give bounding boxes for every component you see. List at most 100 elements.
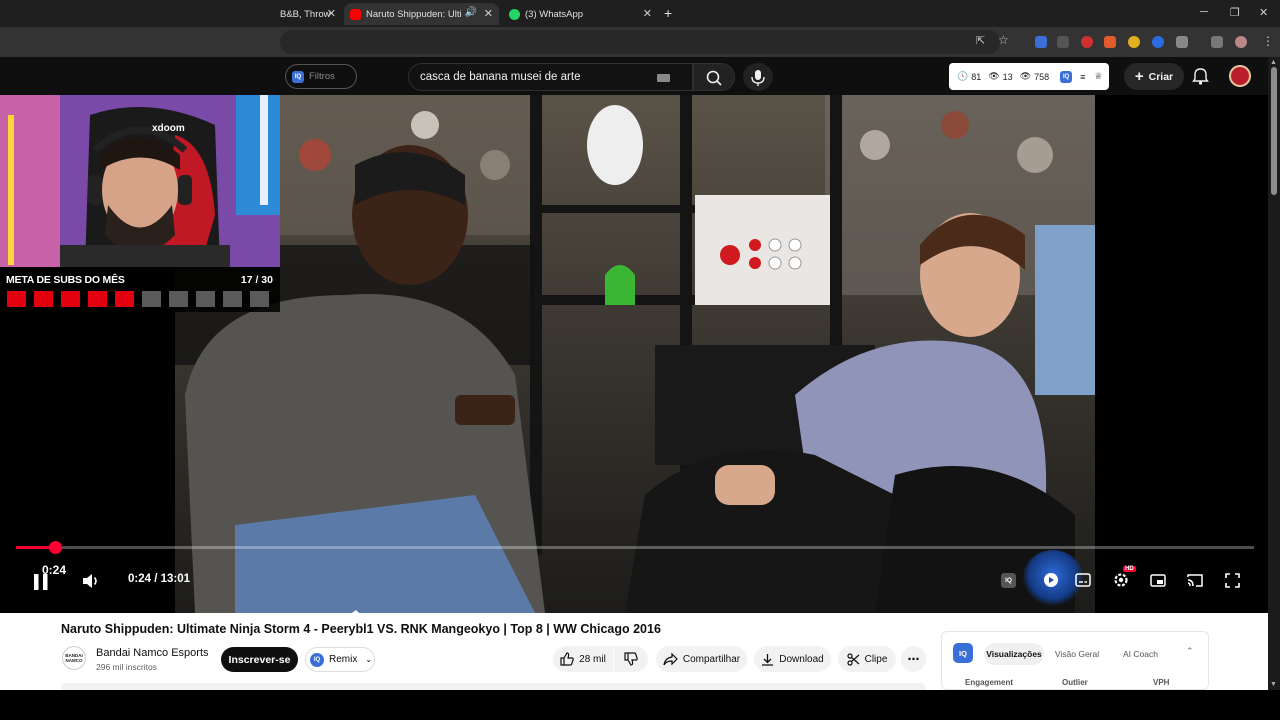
more-actions-button[interactable]: ⋯ — [901, 646, 926, 672]
streamer-webcam: xdoom — [0, 95, 280, 267]
vidiq-player-button[interactable]: IQ — [1001, 573, 1016, 588]
speaker-icon[interactable]: 🔊 — [465, 7, 477, 18]
bookmark-star-icon[interactable]: ☆ — [998, 33, 1009, 47]
scroll-up-icon[interactable]: ▲ — [1270, 59, 1277, 66]
thumbs-down-icon — [624, 652, 638, 666]
profile-icon[interactable] — [1235, 36, 1247, 48]
tab-ai-coach[interactable]: AI Coach — [1112, 643, 1169, 665]
avatar[interactable] — [1229, 65, 1251, 87]
extension-icon[interactable] — [1152, 36, 1164, 48]
tab-throw[interactable]: B&B, Throw ✕ — [280, 3, 342, 25]
tab-label: (3) WhatsApp — [525, 8, 584, 20]
volume-icon[interactable] — [82, 573, 100, 589]
channel-logo[interactable]: BANDAI NAMCO — [62, 646, 86, 670]
video-title: Naruto Shippuden: Ultimate Ninja Storm 4… — [61, 622, 661, 636]
goal-square — [34, 291, 53, 307]
clip-label: Clipe — [864, 653, 888, 665]
goal-square — [61, 291, 80, 307]
install-app-icon[interactable]: ⇱ — [976, 34, 985, 47]
miniplayer-icon[interactable] — [1150, 574, 1166, 587]
award-icon[interactable]: ♕ — [1094, 71, 1102, 82]
clip-button[interactable]: Clipe — [838, 646, 896, 672]
description-box-edge — [61, 683, 925, 690]
goal-square — [142, 291, 161, 307]
subscribe-button[interactable]: Inscrever-se — [221, 647, 298, 672]
goal-square — [223, 291, 242, 307]
vidiq-icon: IQ — [292, 70, 304, 83]
dislike-button[interactable] — [614, 646, 648, 672]
extension-icon[interactable] — [1104, 36, 1116, 48]
video-player[interactable]: xdoom META DE SUBS DO MÊS 17 / 30 0:24 0… — [0, 95, 1268, 613]
share-button[interactable]: Compartilhar — [656, 646, 747, 672]
media-control-icon[interactable] — [1211, 36, 1223, 48]
goal-square — [250, 291, 269, 307]
close-icon[interactable]: ✕ — [327, 7, 336, 20]
taskbar-strip — [0, 690, 1280, 720]
download-button[interactable]: Download — [754, 646, 831, 672]
settings-gear-icon[interactable] — [1113, 572, 1129, 588]
voice-search-button[interactable] — [743, 63, 773, 91]
stat-b: 13 — [1002, 71, 1013, 82]
close-icon[interactable]: ✕ — [643, 7, 652, 20]
address-bar[interactable] — [280, 30, 1000, 54]
pause-icon[interactable] — [33, 573, 49, 591]
goal-square — [196, 291, 215, 307]
eye-icon: 👁 — [988, 71, 1000, 81]
notifications-bell-icon[interactable] — [1192, 67, 1209, 85]
goal-square — [7, 291, 26, 307]
list-icon[interactable]: ≡ — [1080, 72, 1085, 82]
keyboard-icon[interactable] — [657, 74, 670, 82]
kebab-menu-icon[interactable]: ⋮ — [1262, 34, 1274, 48]
column-engagement: Engagement — [965, 678, 1014, 687]
filters-button[interactable]: IQ Filtros — [285, 64, 357, 89]
channel-watermark[interactable] — [1023, 550, 1083, 606]
puzzle-icon[interactable] — [1176, 36, 1188, 48]
chevron-up-icon[interactable]: ⌃ — [1186, 646, 1194, 657]
tab-naruto[interactable]: Naruto Shippuden: Ultimate 🔊 ✕ — [344, 3, 499, 25]
vidiq-extension-icon[interactable] — [1035, 36, 1047, 48]
window-close-icon[interactable]: ✕ — [1259, 6, 1268, 19]
scrubber-handle[interactable] — [49, 541, 62, 554]
tab-label: B&B, Throw — [280, 8, 331, 20]
scrollbar-thumb[interactable] — [1271, 67, 1277, 195]
search-button[interactable] — [693, 63, 735, 91]
eye-icon: 👁 — [1019, 71, 1032, 81]
channel-name[interactable]: Bandai Namco Esports — [96, 647, 209, 659]
goal-square — [169, 291, 188, 307]
extension-icon[interactable] — [1081, 36, 1093, 48]
extension-icon[interactable] — [1057, 36, 1069, 48]
column-vph: VPH — [1153, 678, 1170, 687]
tab-visao-geral[interactable]: Visão Geral — [1049, 643, 1105, 665]
new-tab-button[interactable]: + — [664, 5, 672, 21]
page-scrollbar[interactable]: ▲ ▼ — [1268, 57, 1280, 690]
close-icon[interactable]: ✕ — [484, 7, 493, 20]
time-display: 0:24 / 13:01 — [128, 573, 191, 585]
subscribe-label: Inscrever-se — [228, 653, 291, 666]
video-frame[interactable] — [175, 95, 1095, 613]
create-button[interactable]: + Criar — [1124, 63, 1184, 90]
youtube-icon — [350, 8, 361, 20]
clock-icon: 🕓 — [957, 71, 969, 81]
extension-icon[interactable] — [1128, 36, 1140, 48]
progress-bar[interactable] — [16, 546, 1254, 549]
goal-count: 17 / 30 — [240, 274, 273, 286]
minimize-icon[interactable]: ─ — [1200, 6, 1208, 18]
vidiq-icon[interactable]: IQ — [1060, 70, 1073, 83]
fullscreen-icon[interactable] — [1225, 573, 1240, 588]
goal-square — [88, 291, 107, 307]
like-button[interactable]: 28 mil — [553, 646, 613, 672]
scroll-down-icon[interactable]: ▼ — [1270, 681, 1277, 688]
tab-whatsapp[interactable]: (3) WhatsApp ✕ — [503, 3, 658, 25]
subtitles-icon[interactable] — [1075, 573, 1091, 587]
filters-label: Filtros — [309, 71, 335, 82]
tab-visualizacoes[interactable]: Visualizações — [984, 643, 1044, 665]
restore-icon[interactable]: ❐ — [1230, 6, 1240, 19]
chair-brand-text: xdoom — [152, 123, 185, 134]
goal-label: META DE SUBS DO MÊS — [6, 274, 125, 286]
chevron-down-icon[interactable]: ⌄ — [365, 655, 372, 664]
cast-icon[interactable] — [1187, 573, 1203, 587]
vidiq-stats-widget[interactable]: 🕓 81 👁 13 👁 758 IQ ≡ ♕ — [949, 63, 1109, 90]
plus-icon: + — [1134, 68, 1144, 85]
remix-button[interactable]: IQ Remix ⌄ — [305, 647, 375, 672]
search-input[interactable]: casca de banana musei de arte — [408, 63, 693, 91]
